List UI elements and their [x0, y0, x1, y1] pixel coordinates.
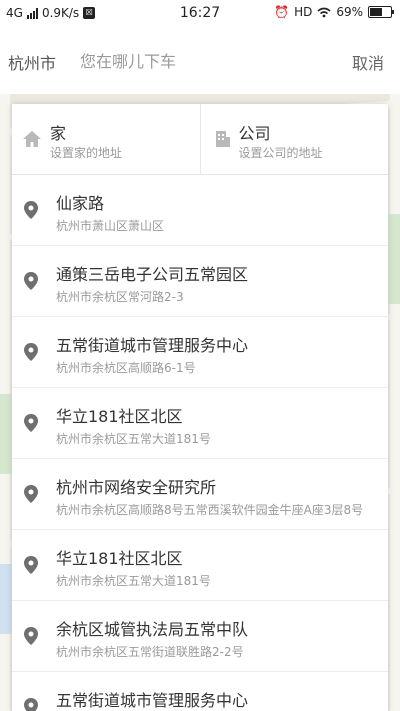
address-panel: 家 设置家的地址 公司 设置公司的地址 仙家路 杭州市萧山区萧山区 通策三岳电子… [12, 104, 388, 711]
place-address: 杭州市余杭区五常街道联胜路2-2号 [56, 645, 244, 659]
cancel-button[interactable]: 取消 [352, 50, 384, 74]
place-name: 五常街道城市管理服务中心 [56, 336, 249, 355]
alarm-icon: ⏰ [274, 5, 290, 19]
home-subtitle: 设置家的地址 [50, 146, 123, 160]
building-icon [215, 131, 230, 147]
destination-search-input[interactable] [78, 46, 332, 76]
location-pin-icon [24, 272, 38, 290]
status-bar: 4G 0.9K/s ☒ 16:27 ⏰ HD 69% [0, 0, 400, 28]
home-title: 家 [50, 124, 67, 143]
battery-icon [368, 6, 394, 18]
company-subtitle: 设置公司的地址 [238, 146, 323, 160]
place-name: 仙家路 [56, 194, 105, 213]
location-pin-icon [24, 343, 38, 361]
location-pin-icon [24, 201, 38, 219]
place-address: 杭州市余杭区高顺路6-1号 [56, 361, 196, 375]
place-name: 余杭区城管执法局五常中队 [56, 620, 249, 639]
location-pin-icon [24, 627, 38, 645]
status-right: ⏰ HD 69% [274, 5, 394, 19]
place-name: 五常街道城市管理服务中心 [56, 691, 249, 710]
place-name: 通策三岳电子公司五常园区 [56, 265, 249, 284]
place-list: 仙家路 杭州市萧山区萧山区 通策三岳电子公司五常园区 杭州市余杭区常河路2-3 … [12, 175, 388, 711]
place-name: 华立181社区北区 [56, 407, 183, 426]
place-list-item[interactable]: 杭州市网络安全研究所 杭州市余杭区高顺路8号五常西溪软件园金牛座A座3层8号 [12, 459, 388, 530]
hd-indicator: HD [294, 5, 313, 19]
home-address-button[interactable]: 家 设置家的地址 [12, 104, 200, 174]
place-name: 华立181社区北区 [56, 549, 183, 568]
location-pin-icon [24, 485, 38, 503]
search-header: 杭州市 取消 [0, 28, 400, 95]
place-address: 杭州市余杭区五常大道181号 [56, 574, 211, 588]
place-address: 杭州市余杭区高顺路8号五常西溪软件园金牛座A座3层8号 [56, 503, 364, 517]
place-list-item[interactable]: 通策三岳电子公司五常园区 杭州市余杭区常河路2-3 [12, 246, 388, 317]
wifi-icon [317, 7, 331, 17]
place-list-item[interactable]: 仙家路 杭州市萧山区萧山区 [12, 175, 388, 246]
home-icon [23, 131, 41, 147]
place-list-item[interactable]: 五常街道城市管理服务中心 杭州市余杭区高顺路6-1号 [12, 317, 388, 388]
quick-address-bar: 家 设置家的地址 公司 设置公司的地址 [12, 104, 388, 175]
city-selector[interactable]: 杭州市 [8, 50, 56, 74]
place-list-item[interactable]: 五常街道城市管理服务中心 [12, 672, 388, 711]
location-pin-icon [24, 556, 38, 574]
place-address: 杭州市余杭区五常大道181号 [56, 432, 211, 446]
place-address: 杭州市余杭区常河路2-3 [56, 290, 184, 304]
place-list-item[interactable]: 华立181社区北区 杭州市余杭区五常大道181号 [12, 388, 388, 459]
place-name: 杭州市网络安全研究所 [56, 478, 217, 497]
battery-percent: 69% [336, 5, 363, 19]
company-address-button[interactable]: 公司 设置公司的地址 [199, 104, 389, 174]
place-list-item[interactable]: 余杭区城管执法局五常中队 杭州市余杭区五常街道联胜路2-2号 [12, 601, 388, 672]
place-list-item[interactable]: 华立181社区北区 杭州市余杭区五常大道181号 [12, 530, 388, 601]
company-title: 公司 [238, 124, 271, 143]
location-pin-icon [24, 414, 38, 432]
place-address: 杭州市萧山区萧山区 [56, 219, 165, 233]
location-pin-icon [24, 698, 38, 711]
